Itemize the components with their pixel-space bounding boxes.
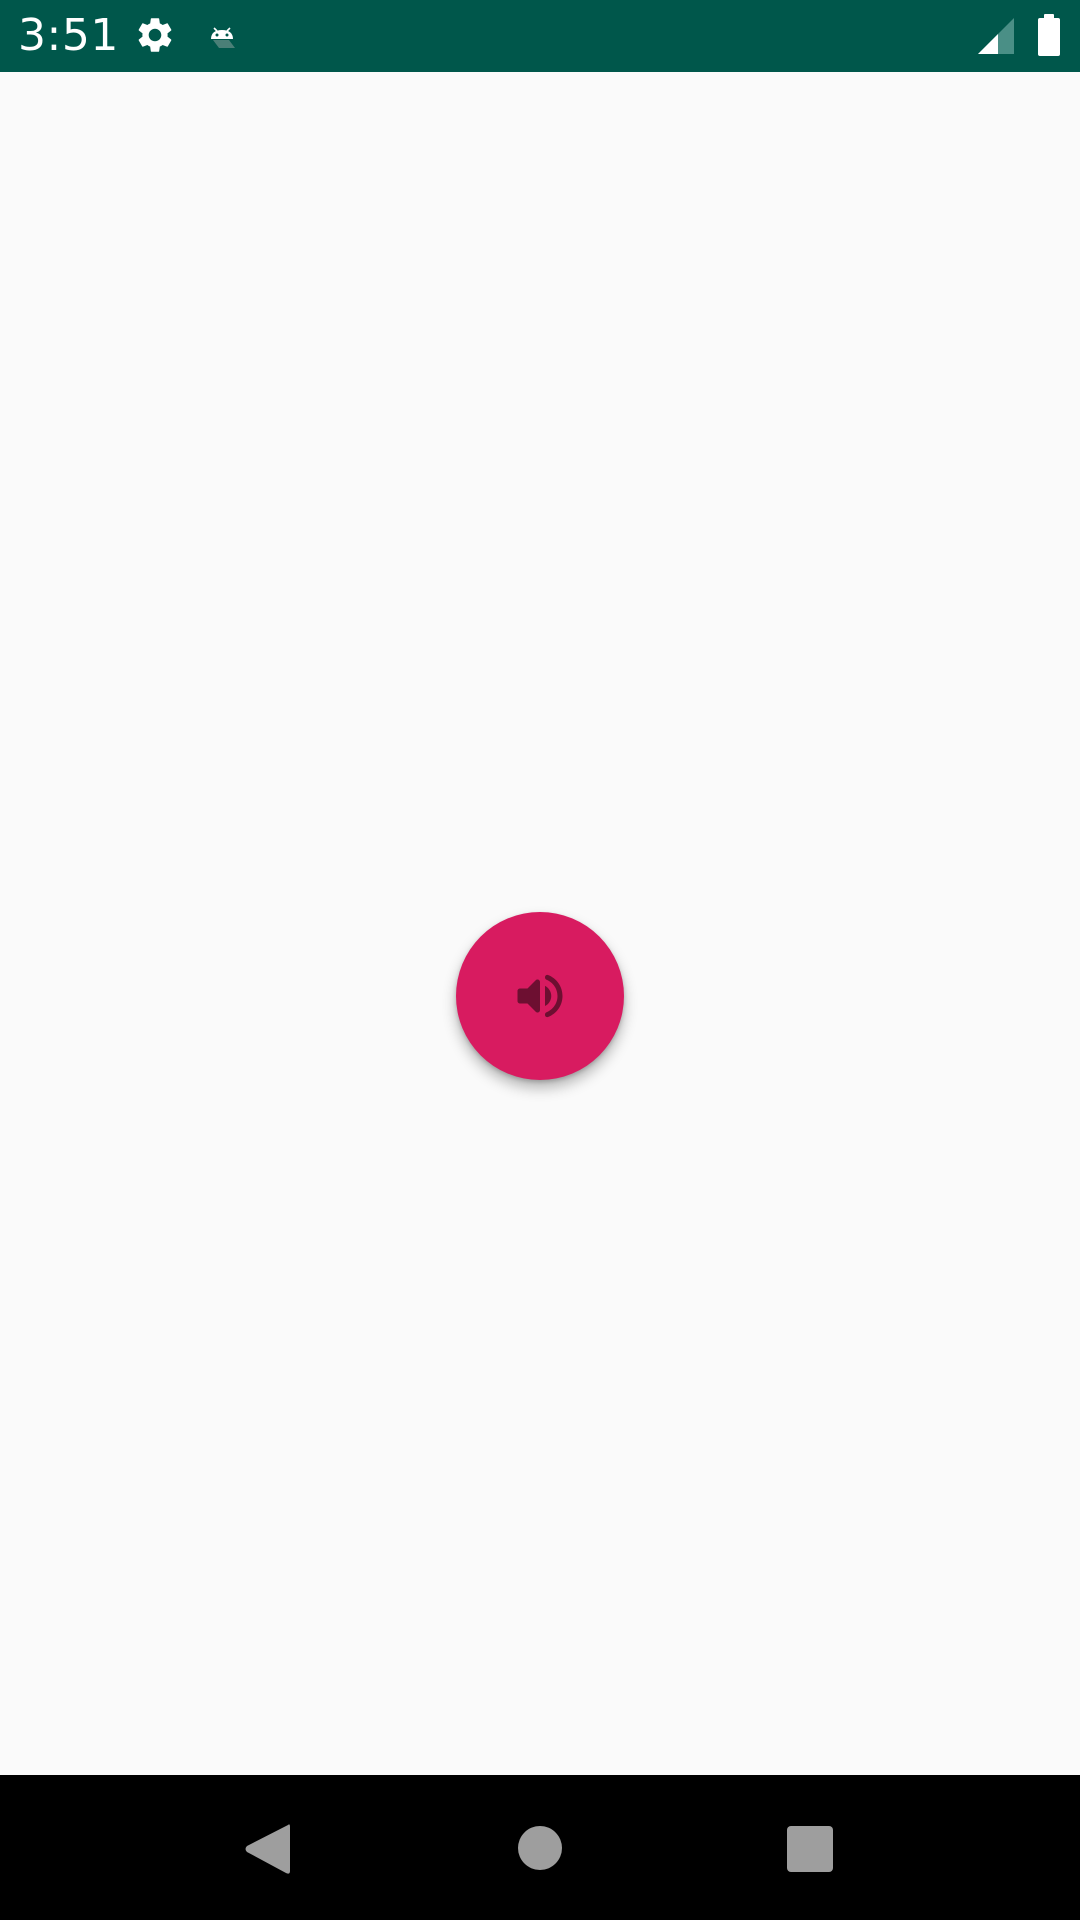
- play-sound-button[interactable]: [456, 912, 624, 1080]
- battery-icon: [1036, 14, 1062, 56]
- gear-icon: [134, 14, 176, 56]
- status-bar: 3:51: [0, 0, 1080, 72]
- volume-up-icon: [517, 974, 563, 1018]
- back-triangle-icon: [245, 1824, 290, 1874]
- recents-button[interactable]: [787, 1826, 833, 1872]
- home-button[interactable]: [518, 1826, 562, 1870]
- android-debug-icon: [207, 22, 237, 52]
- signal-icon: [978, 18, 1014, 54]
- screen: 3:51: [0, 0, 1080, 1920]
- main-content: [0, 72, 1080, 1775]
- back-button[interactable]: [244, 1823, 290, 1875]
- status-time: 3:51: [18, 10, 119, 61]
- navigation-bar: [0, 1775, 1080, 1920]
